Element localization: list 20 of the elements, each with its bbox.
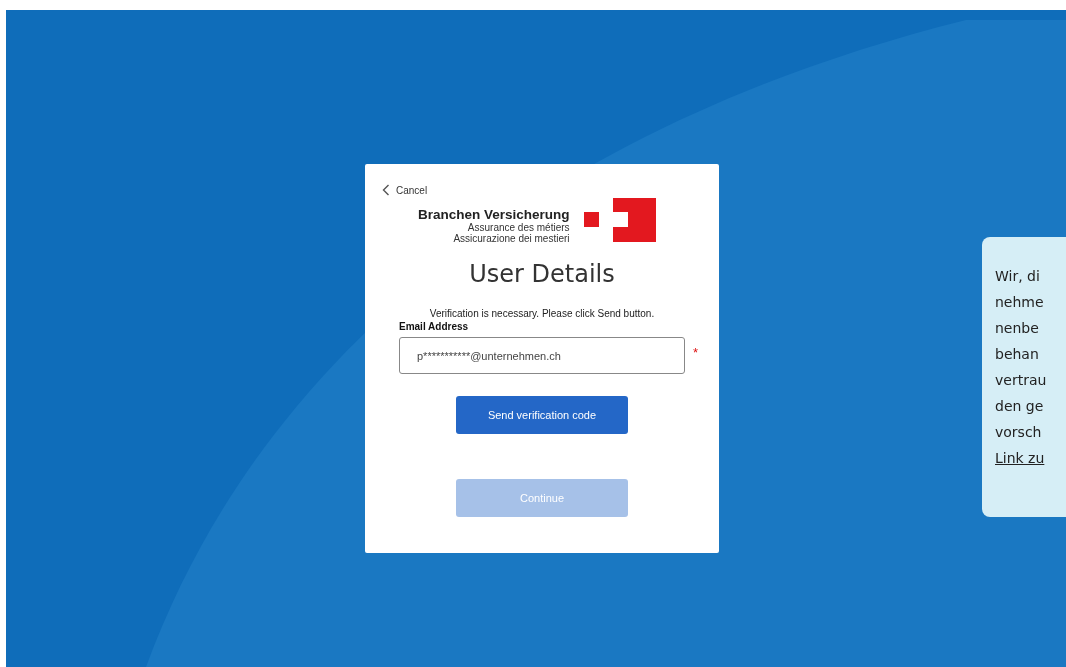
chevron-left-icon xyxy=(382,184,390,196)
cancel-link[interactable]: Cancel xyxy=(382,184,428,196)
email-field[interactable]: p***********@unternehmen.ch xyxy=(399,337,685,374)
brand-name: Branchen Versicherung xyxy=(418,208,570,222)
info-text: nenbe xyxy=(995,319,1039,338)
send-code-button[interactable]: Send verification code xyxy=(456,396,628,434)
info-text: den ge xyxy=(995,397,1044,416)
required-marker: * xyxy=(693,345,699,360)
info-text: Wir, di xyxy=(995,267,1040,286)
info-link[interactable]: Link zu xyxy=(995,445,1045,471)
info-text: vertrau xyxy=(995,371,1047,390)
brand-subtitle: Assurance des métiers xyxy=(467,222,570,233)
brand-subtitle: Assicurazione dei mestieri xyxy=(453,233,570,244)
email-label: Email Address xyxy=(399,321,470,332)
info-text: nehme xyxy=(995,293,1044,312)
intro-text: Verification is necessary. Please click Send button. xyxy=(428,308,656,319)
dialog-title: User Details xyxy=(468,260,616,288)
info-text: behan xyxy=(995,345,1039,364)
info-text: vorsch xyxy=(995,423,1042,442)
logo-icon xyxy=(583,198,656,242)
